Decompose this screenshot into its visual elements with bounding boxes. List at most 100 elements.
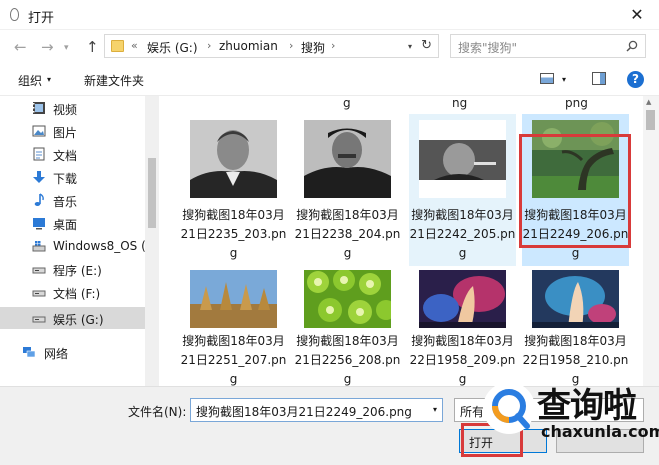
file-list-scrollbar[interactable] [643,96,659,386]
file-name: 搜狗截图18年03月21日2242_205.png [409,208,516,260]
column-fragment: ng [452,96,468,110]
music-icon [34,193,44,206]
sidebar-item-label: 网络 [44,347,69,361]
sidebar-item-desktop[interactable]: 桌面 [0,212,145,234]
sidebar-item-drive-e[interactable]: 程序 (E:) [0,258,145,280]
navigation-bar: ← → ▾ ↑ « 娱乐 (G:) › zhuomian › 搜狗 › ▾ ↻ … [0,30,659,64]
video-icon [33,102,45,114]
sidebar-item-music[interactable]: 音乐 [0,189,145,211]
sidebar-item-label: Windows8_OS ( [53,239,146,253]
app-icon [10,8,19,21]
watermark-brand: 查询啦 [537,386,637,426]
file-name: 搜狗截图18年03月21日2256_208.png [294,334,401,386]
sidebar-scrollbar[interactable] [145,96,159,386]
organize-button[interactable]: 组织 [18,72,42,89]
filename-dropdown-chevron-icon[interactable]: ▾ [433,405,437,414]
network-icon [23,347,36,358]
sidebar-item-label: 文档 [53,149,78,163]
command-toolbar: 组织 ▾ 新建文件夹 ▾ ? [0,64,659,96]
sidebar-scrollbar-thumb[interactable] [148,158,156,228]
drive-icon [32,290,46,297]
breadcrumb-drive[interactable]: 娱乐 (G:) [147,39,198,56]
sidebar-item-downloads[interactable]: 下载 [0,166,145,188]
sidebar-item-windows8-os[interactable]: Windows8_OS ( [0,235,146,257]
column-fragment: g [343,96,351,110]
file-tile[interactable]: 搜狗截图18年03月21日2242_205.png [409,114,516,266]
sidebar-item-label: 视频 [53,103,78,117]
file-tile[interactable]: 搜狗截图18年03月21日2251_207.png [180,266,287,386]
thumbnail-image [304,270,391,328]
watermark: 查询啦 chaxunla.com [477,368,659,448]
file-name: 搜狗截图18年03月21日2251_207.png [180,334,287,386]
window-title: 打开 [28,11,55,26]
sidebar-item-pictures[interactable]: 图片 [0,120,145,142]
file-tile[interactable]: 搜狗截图18年03月21日2235_203.png [180,114,287,266]
file-name: 搜狗截图18年03月21日2238_204.png [294,208,401,260]
sidebar-item-label: 桌面 [53,218,78,232]
file-tile[interactable]: 搜狗截图18年03月21日2238_204.png [294,114,401,266]
selection-highlight-box [519,134,631,248]
address-bar[interactable]: « 娱乐 (G:) › zhuomian › 搜狗 › ▾ ↻ [104,34,439,58]
up-arrow-icon[interactable]: ↑ [86,39,99,55]
sidebar-item-network[interactable]: 网络 [0,341,145,363]
organize-chevron-icon[interactable]: ▾ [47,75,51,84]
breadcrumb-separator[interactable]: › [207,39,211,52]
sidebar-item-label: 程序 (E:) [53,264,102,278]
folder-icon [111,40,124,52]
breadcrumb-folder[interactable]: zhuomian [219,39,278,53]
scroll-up-arrow-icon[interactable]: ▲ [646,98,651,106]
help-icon[interactable]: ? [627,71,644,88]
sidebar-item-label: 音乐 [53,195,78,209]
change-view-icon[interactable] [540,73,554,84]
search-icon[interactable] [626,40,638,52]
breadcrumb-overflow-icon[interactable]: « [131,39,138,52]
pictures-icon [32,125,46,137]
filename-label: 文件名(N): [128,405,187,419]
sidebar-item-drive-f[interactable]: 文档 (F:) [0,281,145,303]
sidebar-item-drive-g[interactable]: 娱乐 (G:) [0,307,145,329]
address-dropdown-chevron-icon[interactable]: ▾ [408,42,412,51]
thumbnail-image [532,270,619,328]
thumbnail-image [190,120,277,198]
drive-icon [32,267,46,274]
recent-locations-chevron-icon[interactable]: ▾ [64,40,69,56]
breadcrumb-current[interactable]: 搜狗 [301,39,325,56]
filename-input[interactable]: 搜狗截图18年03月21日2249_206.png ▾ [190,398,443,422]
column-fragment: png [565,96,588,110]
sidebar-item-label: 图片 [53,126,78,140]
view-options-chevron-icon[interactable]: ▾ [562,75,566,84]
breadcrumb-separator[interactable]: › [289,39,293,52]
magnifier-logo-icon [492,389,530,429]
thumbnail-image [419,120,506,198]
sidebar-item-label: 娱乐 (G:) [53,313,104,327]
watermark-site: chaxunla.com [541,422,659,441]
forward-arrow-icon[interactable]: → [41,39,54,55]
sidebar-item-label: 文档 (F:) [53,287,101,301]
sidebar-item-videos[interactable]: 视频 [0,97,145,119]
preview-pane-icon[interactable] [592,72,606,85]
refresh-icon[interactable]: ↻ [421,38,432,53]
navigation-pane: 视频 图片 文档 下载 音乐 桌面 Windows8_OS ( 程序 (E:) … [0,96,159,386]
file-list-scrollbar-thumb[interactable] [646,110,655,130]
drive-os-icon [32,241,46,252]
watermark-logo [483,382,535,434]
sidebar-item-label: 下载 [53,172,78,186]
back-arrow-icon[interactable]: ← [14,39,27,55]
desktop-icon [33,218,45,230]
thumbnail-image [304,120,391,198]
sidebar-item-documents[interactable]: 文档 [0,143,145,165]
filename-value: 搜狗截图18年03月21日2249_206.png [196,405,412,419]
file-name: 搜狗截图18年03月21日2235_203.png [180,208,287,260]
downloads-icon [33,171,45,183]
file-tile[interactable]: 搜狗截图18年03月21日2256_208.png [294,266,401,386]
title-bar: 打开 ✕ [0,0,659,30]
thumbnail-image [190,270,277,328]
search-placeholder: 搜索"搜狗" [458,41,518,55]
new-folder-button[interactable]: 新建文件夹 [84,72,144,89]
close-button[interactable]: ✕ [627,5,647,25]
breadcrumb-separator[interactable]: › [331,39,335,52]
drive-icon [32,316,46,323]
search-input[interactable]: 搜索"搜狗" [450,34,646,58]
documents-icon [33,147,45,161]
thumbnail-image [419,270,506,328]
